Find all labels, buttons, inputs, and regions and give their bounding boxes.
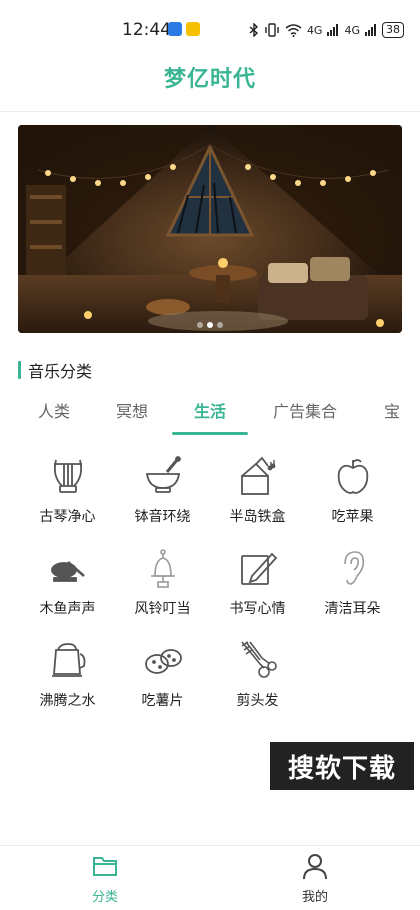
status-time: 12:44 — [122, 20, 171, 40]
sound-item[interactable]: 清洁耳朵 — [305, 542, 400, 622]
mortar-icon — [141, 454, 185, 498]
sound-item-label: 半岛铁盒 — [229, 509, 286, 525]
tab-meditation[interactable]: 冥想 — [116, 398, 148, 422]
lyre-icon — [46, 454, 90, 498]
nav-item-category[interactable]: 分类 — [65, 852, 145, 905]
tab-baby[interactable]: 宝 — [384, 398, 400, 422]
sound-item-label: 剪头发 — [236, 693, 279, 709]
watermark-logo: 搜软下载 — [270, 742, 414, 790]
music-box-icon — [236, 454, 280, 498]
section-heading: 音乐分类 — [18, 360, 93, 381]
sound-item[interactable]: 木鱼声声 — [20, 542, 115, 622]
status-app-icon — [168, 22, 182, 36]
sound-item[interactable]: 剪头发 — [210, 634, 305, 714]
wooden-fish-icon — [46, 546, 90, 590]
sound-item[interactable]: 半岛铁盒 — [210, 450, 305, 530]
potato-icon — [141, 638, 185, 682]
apple-icon — [331, 454, 375, 498]
status-indicators: 4G 4G 38 — [249, 22, 404, 38]
sound-item-label: 古琴净心 — [39, 509, 96, 525]
sound-item[interactable]: 书写心情 — [210, 542, 305, 622]
sound-item[interactable]: 吃苹果 — [305, 450, 400, 530]
sound-item-label: 吃薯片 — [141, 693, 184, 709]
nav-label: 我的 — [301, 890, 328, 905]
sound-item-label: 沸腾之水 — [39, 693, 96, 709]
tab-ad-collection[interactable]: 广告集合 — [273, 398, 337, 422]
wifi-icon — [285, 23, 302, 37]
tab-life[interactable]: 生活 — [194, 398, 226, 422]
sound-grid: 古琴净心 钵音环绕 半岛铁盒 吃苹果 木鱼声声 风铃叮当 书写心情 清洁耳朵 沸… — [20, 450, 400, 714]
page-title: 梦亿时代 — [163, 67, 256, 92]
wind-chime-icon — [141, 546, 185, 590]
app-header: 梦亿时代 — [0, 60, 420, 112]
bluetooth-icon — [249, 23, 258, 37]
nav-item-mine[interactable]: 我的 — [275, 852, 355, 905]
category-tabs: 人类 冥想 生活 广告集合 宝 — [0, 392, 420, 438]
nav-label: 分类 — [91, 890, 118, 905]
sound-item-label: 吃苹果 — [331, 509, 374, 525]
sound-item-label: 风铃叮当 — [134, 601, 191, 617]
folder-icon — [93, 857, 117, 876]
writing-icon — [236, 546, 280, 590]
watermark-text: 搜软下载 — [287, 753, 396, 784]
sound-item[interactable]: 风铃叮当 — [115, 542, 210, 622]
network-type-1: 4G — [306, 23, 323, 37]
vibrate-icon — [265, 23, 279, 37]
tab-human[interactable]: 人类 — [38, 398, 70, 422]
network-type-2: 4G — [344, 23, 360, 37]
active-tab-indicator — [172, 432, 248, 435]
sound-item[interactable]: 沸腾之水 — [20, 634, 115, 714]
signal-icon — [365, 24, 376, 36]
sound-item-label: 清洁耳朵 — [324, 601, 381, 617]
sound-item-label: 书写心情 — [229, 601, 286, 617]
scissors-icon — [236, 638, 280, 682]
sound-item-label: 钵音环绕 — [134, 509, 191, 525]
banner-page-indicator — [197, 322, 223, 328]
banner-image[interactable] — [18, 125, 402, 333]
ear-icon — [331, 546, 375, 590]
signal-icon — [327, 24, 339, 36]
sound-item-label: 木鱼声声 — [39, 601, 96, 617]
section-title: 音乐分类 — [28, 362, 93, 381]
status-bar: 12:44 4G 4G 38 — [0, 0, 420, 60]
sound-item[interactable]: 钵音环绕 — [115, 450, 210, 530]
bottom-nav: 分类 我的 — [0, 845, 420, 910]
sound-item[interactable]: 吃薯片 — [115, 634, 210, 714]
kettle-icon — [46, 638, 90, 682]
battery-indicator: 38 — [382, 22, 404, 38]
weibo-icon — [186, 22, 200, 36]
section-accent-bar — [18, 361, 21, 379]
sound-item[interactable]: 古琴净心 — [20, 450, 115, 530]
user-icon — [303, 854, 327, 880]
